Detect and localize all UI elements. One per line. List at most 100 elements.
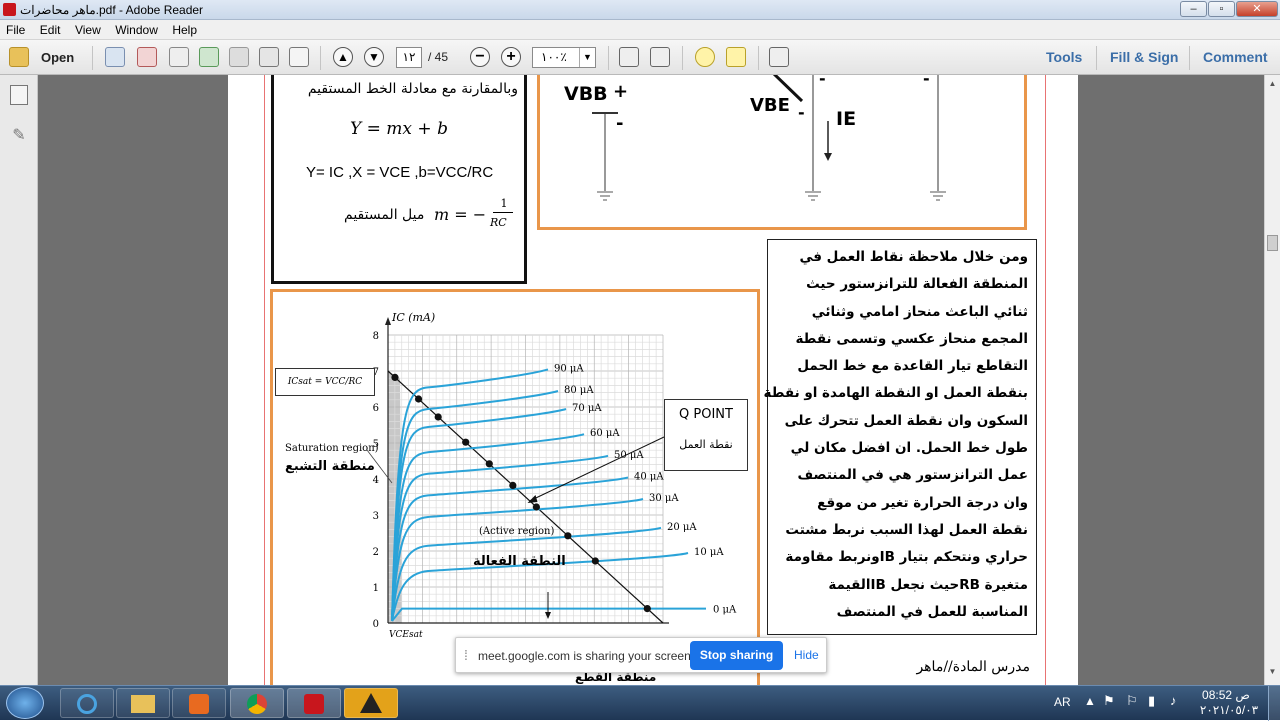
saturation-region-label: Saturation region) xyxy=(285,443,379,454)
clock-date[interactable]: ٢٠٢١/٠٥/٠٣ xyxy=(1198,703,1260,717)
clock-time[interactable]: 08:52 ص xyxy=(1198,688,1254,702)
paragraph-line: عمل الترانزستور هي في المنتصف xyxy=(797,467,1028,484)
file-explorer-icon[interactable] xyxy=(116,688,170,718)
minimize-button[interactable]: – xyxy=(1180,1,1207,17)
toolbar-separator xyxy=(1189,46,1190,70)
paragraph-line: وان درجة الحرارة تغير من موقع xyxy=(817,494,1028,511)
menu-help[interactable]: Help xyxy=(168,20,201,37)
email-icon[interactable] xyxy=(289,47,309,67)
toolbar-separator xyxy=(682,46,683,70)
toolbar: Open ▲ ▼ ١٢ / 45 − + ١٠٠٪ ▼ Tools Fill &… xyxy=(0,40,1280,75)
attachment-icon[interactable]: ✎ xyxy=(10,125,28,145)
language-indicator[interactable]: AR xyxy=(1054,695,1071,709)
chrome-icon[interactable] xyxy=(230,688,284,718)
start-button[interactable] xyxy=(6,687,44,719)
combine-icon[interactable] xyxy=(137,47,157,67)
paragraph-line: نقطة العمل لهذا السبب نربط مشتت xyxy=(785,521,1028,538)
paragraph-line: متغيرة RBحيث نجعل IBالقيمة xyxy=(828,576,1028,593)
fraction-bar xyxy=(493,212,513,213)
signal-icon[interactable]: ▮ xyxy=(1148,693,1155,709)
paragraph-line: ثنائي الباعث منحاز امامي وثنائي xyxy=(811,303,1028,320)
y-axis-arrow xyxy=(385,317,391,325)
show-desktop-button[interactable] xyxy=(1268,686,1280,721)
highlight-icon[interactable] xyxy=(726,47,746,67)
operating-point xyxy=(591,557,599,565)
ib-curve-label: 60 μA xyxy=(590,428,620,439)
toolbar-separator xyxy=(608,46,609,70)
zoom-out-icon[interactable]: − xyxy=(470,47,490,67)
menu-edit[interactable]: Edit xyxy=(36,20,65,37)
slope-denominator: RC xyxy=(490,216,507,229)
create-pdf-icon[interactable] xyxy=(105,47,125,67)
toolbar-separator xyxy=(758,46,759,70)
vbe-label: VBE xyxy=(750,95,790,116)
y-axis-label: IC (mA) xyxy=(391,311,435,324)
fullscreen-icon[interactable] xyxy=(769,47,789,67)
paragraph-line: التقاطع تيار القاعدة مع خط الحمل xyxy=(797,358,1028,375)
folder-open-icon[interactable] xyxy=(9,47,29,67)
upload-icon[interactable] xyxy=(199,47,219,67)
vertical-scrollbar[interactable]: ▲ ▼ xyxy=(1264,75,1280,685)
action-center-icon[interactable]: ⚐ xyxy=(1126,693,1138,709)
pages-icon[interactable] xyxy=(10,85,28,105)
next-page-icon[interactable]: ▼ xyxy=(364,47,384,67)
paragraph-line: المنطقة الفعالة للترانزستور حيث xyxy=(806,276,1028,293)
chevron-down-icon[interactable]: ▼ xyxy=(579,48,595,67)
paragraph-line: المجمع منحاز عكسي وتسمى نقطة xyxy=(795,330,1029,347)
paragraph-line: طول خط الحمل. ان افضل مكان لي xyxy=(790,440,1028,457)
menu-window[interactable]: Window xyxy=(111,20,162,37)
ib-curve xyxy=(391,526,662,622)
internet-explorer-icon[interactable] xyxy=(60,688,114,718)
network-error-icon[interactable]: ⚑ xyxy=(1103,693,1115,709)
media-player-icon[interactable] xyxy=(172,688,226,718)
margin-line xyxy=(264,75,265,685)
maximize-button[interactable]: ▫ xyxy=(1208,1,1235,17)
operating-point xyxy=(532,503,541,511)
ib-curve xyxy=(391,454,609,622)
ib-curve-label: 40 μA xyxy=(634,471,664,482)
tools-link[interactable]: Tools xyxy=(1046,49,1082,65)
warning-icon[interactable] xyxy=(344,688,398,718)
zoom-in-icon[interactable]: + xyxy=(501,47,521,67)
slope-numerator: 1 xyxy=(500,197,508,210)
y-tick-label: 3 xyxy=(373,511,379,522)
zoom-select[interactable]: ١٠٠٪ ▼ xyxy=(532,47,596,68)
paragraph-line: المناسبة للعمل في المنتصف xyxy=(836,603,1028,620)
tray-chevron-icon[interactable]: ▲ xyxy=(1084,694,1096,708)
close-button[interactable]: ✕ xyxy=(1236,1,1278,17)
comment-link[interactable]: Comment xyxy=(1203,49,1268,65)
share-message: meet.google.com is sharing your screen. xyxy=(478,649,695,663)
fit-width-icon[interactable] xyxy=(650,47,670,67)
taskbar: AR ▲ ⚑ ⚐ ▮ ♪ 08:52 ص ٢٠٢١/٠٥/٠٣ xyxy=(0,685,1280,721)
adobe-reader-taskbar-icon[interactable] xyxy=(287,688,341,718)
hide-button[interactable]: Hide xyxy=(794,648,819,662)
stop-sharing-button[interactable]: Stop sharing xyxy=(690,641,783,670)
sticky-note-icon[interactable] xyxy=(695,47,715,67)
print-icon[interactable] xyxy=(259,47,279,67)
ib-curve-label: 0 μA xyxy=(713,605,737,616)
screen-share-bar: ⁞ meet.google.com is sharing your screen… xyxy=(455,637,827,673)
vbb-minus: - xyxy=(616,113,624,134)
scroll-up-icon[interactable]: ▲ xyxy=(1267,79,1278,90)
menu-file[interactable]: File xyxy=(2,20,29,37)
equation-box: وبالمقارنة مع معادلة الخط المستقيم Y = m… xyxy=(271,75,527,284)
scrollbar-thumb[interactable] xyxy=(1267,235,1278,251)
page-number-input[interactable]: ١٢ xyxy=(396,47,422,68)
explanation-box: ومن خلال ملاحظة نقاط العمل في المنطقة الف… xyxy=(764,239,1037,635)
circuit-box: VBB + - VBE - - - IE xyxy=(537,75,1027,230)
drag-handle-icon[interactable]: ⁞ xyxy=(464,647,468,663)
open-button[interactable]: Open xyxy=(41,50,74,72)
previous-page-icon[interactable]: ▲ xyxy=(333,47,353,67)
icsat-formula: ICsat = VCC/RC xyxy=(275,368,375,396)
fill-sign-link[interactable]: Fill & Sign xyxy=(1110,49,1178,65)
y-tick-label: 8 xyxy=(373,331,379,342)
chart-box: 0 1 2 3 4 5 6 7 8 IC (mA) VCEsat 90 μA 80 μA 70 μA 60 … xyxy=(270,289,760,685)
scroll-down-icon[interactable]: ▼ xyxy=(1267,667,1278,678)
menu-view[interactable]: View xyxy=(71,20,105,37)
volume-icon[interactable]: ♪ xyxy=(1170,693,1177,708)
collector-minus: - xyxy=(819,75,826,88)
save-icon[interactable] xyxy=(229,47,249,67)
edit-pdf-icon[interactable] xyxy=(169,47,189,67)
variables-text: Y= IC ,X = VCE ,b=VCC/RC xyxy=(306,164,494,181)
fit-page-icon[interactable] xyxy=(619,47,639,67)
